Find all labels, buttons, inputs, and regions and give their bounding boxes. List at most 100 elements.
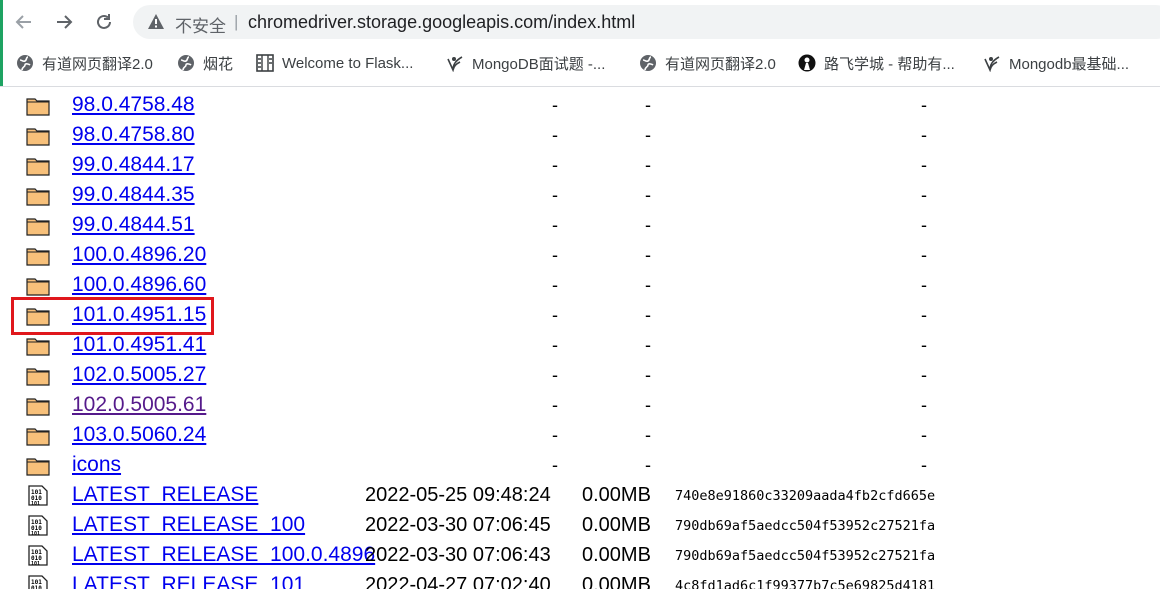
entry-link[interactable]: 99.0.4844.35 [72, 183, 195, 207]
folder-row: 98.0.4758.48 - - - [0, 90, 1160, 120]
globe-icon [177, 54, 195, 72]
folder-icon [26, 158, 50, 176]
entry-date: 2022-04-27 07:02:40 [365, 574, 551, 589]
entry-link[interactable]: 101.0.4951.41 [72, 333, 206, 357]
folder-row: icons - - - [0, 450, 1160, 480]
entry-link[interactable]: LATEST_RELEASE_100 [72, 513, 305, 537]
bookmark-luffy[interactable]: 路飞学城 - 帮助有... [798, 48, 955, 78]
entry-date: - [552, 455, 558, 475]
entry-link[interactable]: LATEST_RELEASE_100.0.4896 [72, 543, 375, 567]
globe-icon [16, 54, 34, 72]
svg-text:101: 101 [31, 531, 40, 536]
folder-row: 100.0.4896.20 - - - [0, 240, 1160, 270]
bookmark-label: 烟花 [203, 55, 234, 73]
directory-listing: 98.0.4758.48 - - - 98.0.4758.80 - - - 99.0.4844.… [0, 87, 1160, 589]
folder-icon [26, 368, 50, 386]
bookmark-youdao-2[interactable]: 有道网页翻译2.0 [639, 48, 776, 78]
entry-size: 0.00MB [582, 514, 651, 536]
binary-file-icon: 101010101 [28, 515, 48, 536]
folder-icon [26, 458, 50, 476]
entry-hash: - [921, 305, 927, 325]
folder-row: 99.0.4844.17 - - - [0, 150, 1160, 180]
entry-date: - [552, 365, 558, 385]
entry-hash: - [921, 95, 927, 115]
luffy-icon [798, 54, 816, 72]
url-text[interactable]: chromedriver.storage.googleapis.com/inde… [248, 12, 635, 33]
entry-size: - [645, 425, 651, 445]
entry-date: 2022-03-30 07:06:43 [365, 544, 551, 566]
bookmark-label: Welcome to Flask... [282, 54, 414, 72]
bookmark-label: MongoDB面试题 -... [472, 55, 606, 73]
browser-toolbar: 不安全 | chromedriver.storage.googleapis.co… [0, 0, 1160, 87]
folder-icon [26, 398, 50, 416]
entry-date: - [552, 185, 558, 205]
entry-link[interactable]: 100.0.4896.60 [72, 273, 206, 297]
entry-size: - [645, 215, 651, 235]
address-bar[interactable]: 不安全 | chromedriver.storage.googleapis.co… [133, 5, 1160, 39]
entry-hash: - [921, 125, 927, 145]
file-row: 101 010 101 LATEST_RELEASE_100 2022-03-30 07… [0, 510, 1160, 540]
entry-size: 0.00MB [582, 484, 651, 506]
entry-link[interactable]: 101.0.4951.15 [72, 303, 206, 327]
entry-link[interactable]: 98.0.4758.80 [72, 123, 195, 147]
separator: | [234, 12, 239, 31]
folder-row: 99.0.4844.35 - - - [0, 180, 1160, 210]
mongo-leaf-icon [983, 54, 1001, 72]
entry-size: - [645, 185, 651, 205]
security-label[interactable]: 不安全 [175, 12, 226, 37]
entry-size: - [645, 395, 651, 415]
entry-date: - [552, 305, 558, 325]
entry-hash: - [921, 455, 927, 475]
entry-size: - [645, 335, 651, 355]
entry-date: - [552, 245, 558, 265]
entry-date: 2022-05-25 09:48:24 [365, 484, 551, 506]
entry-size: - [645, 125, 651, 145]
entry-date: - [552, 275, 558, 295]
bookmark-youdao-1[interactable]: 有道网页翻译2.0 [16, 48, 153, 78]
entry-link[interactable]: 98.0.4758.48 [72, 93, 195, 117]
entry-link[interactable]: LATEST_RELEASE [72, 483, 258, 507]
entry-size: - [645, 365, 651, 385]
back-arrow-icon[interactable] [10, 8, 38, 36]
entry-date: - [552, 125, 558, 145]
entry-size: - [645, 455, 651, 475]
entry-link[interactable]: 100.0.4896.20 [72, 243, 206, 267]
folder-icon [26, 278, 50, 296]
entry-size: 0.00MB [582, 574, 651, 589]
bookmark-yanhua[interactable]: 烟花 [177, 48, 233, 78]
entry-hash: - [921, 365, 927, 385]
forward-arrow-icon[interactable] [50, 8, 78, 36]
svg-text:101: 101 [31, 501, 40, 506]
entry-hash: 790db69af5aedcc504f53952c27521fa [675, 548, 936, 564]
entry-link[interactable]: 99.0.4844.51 [72, 213, 195, 237]
bookmark-mongodb-basics[interactable]: Mongodb最基础... [983, 48, 1129, 78]
entry-hash: - [921, 335, 927, 355]
mongo-leaf-icon [446, 54, 464, 72]
entry-link[interactable]: 103.0.5060.24 [72, 423, 206, 447]
entry-link[interactable]: 99.0.4844.17 [72, 153, 195, 177]
entry-link[interactable]: icons [72, 453, 121, 477]
entry-hash: - [921, 215, 927, 235]
folder-icon [26, 98, 50, 116]
svg-text:101: 101 [31, 561, 40, 566]
entry-link[interactable]: 102.0.5005.27 [72, 363, 206, 387]
binary-file-icon: 101010101 [28, 575, 48, 589]
folder-icon [26, 248, 50, 266]
bookmark-mongodb-interview[interactable]: MongoDB面试题 -... [446, 48, 605, 78]
binary-file-icon: 101010101 [28, 485, 48, 506]
entry-link[interactable]: LATEST_RELEASE_101 [72, 573, 305, 589]
reload-icon[interactable] [90, 8, 118, 36]
folder-row: 103.0.5060.24 - - - [0, 420, 1160, 450]
folder-icon [26, 128, 50, 146]
bookmark-flask[interactable]: Welcome to Flask... [256, 48, 413, 78]
svg-text:010: 010 [31, 585, 42, 589]
entry-size: - [645, 95, 651, 115]
folder-row: 102.0.5005.61 - - - [0, 390, 1160, 420]
entry-size: - [645, 245, 651, 265]
entry-date: - [552, 425, 558, 445]
entry-hash: - [921, 395, 927, 415]
entry-size: - [645, 305, 651, 325]
folder-row: 101.0.4951.15 - - - [0, 300, 1160, 330]
warning-icon[interactable] [147, 13, 165, 31]
entry-link[interactable]: 102.0.5005.61 [72, 393, 206, 417]
